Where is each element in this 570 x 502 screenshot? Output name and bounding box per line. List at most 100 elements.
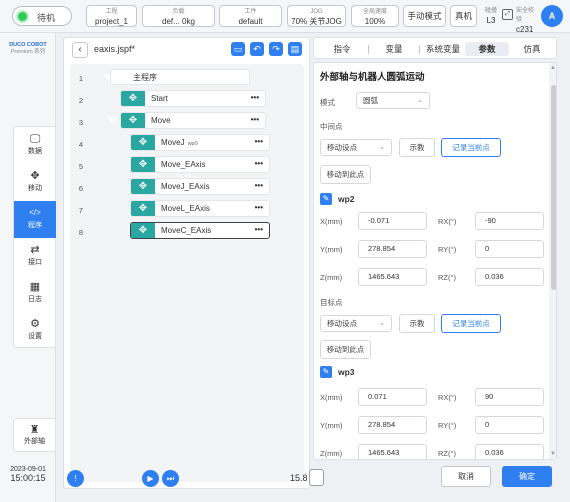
mode-select[interactable]: 圆弧 ⌄ bbox=[356, 92, 430, 109]
nav-item-external-axis[interactable]: ♜ 外部轴 bbox=[13, 418, 56, 452]
drag-handle-icon[interactable]: ✥ bbox=[121, 91, 145, 106]
wp3-rx-input[interactable]: 90 bbox=[475, 388, 544, 406]
status-indicator[interactable]: 待机 bbox=[12, 6, 72, 26]
target-move-to-button[interactable]: 移动到此点 bbox=[320, 340, 371, 359]
project-selector[interactable]: 工程 project_1 bbox=[86, 5, 137, 27]
user-avatar[interactable]: A bbox=[541, 5, 563, 27]
x-label: X(mm) bbox=[320, 393, 343, 402]
target-move-setting-select[interactable]: 移动设点 ⌄ bbox=[320, 315, 392, 332]
tab-variables[interactable]: 变量 bbox=[372, 42, 416, 56]
cancel-button[interactable]: 取消 bbox=[441, 466, 491, 487]
drag-handle-icon[interactable]: ✥ bbox=[121, 113, 145, 128]
drag-handle-icon[interactable]: ✥ bbox=[131, 179, 155, 194]
nav-item-settings[interactable]: ⚙ 设置 bbox=[14, 312, 56, 349]
move-icon: ✥ bbox=[30, 170, 40, 182]
more-icon[interactable]: ••• bbox=[255, 134, 263, 150]
node-label: Move_EAxis bbox=[161, 160, 206, 169]
mid-point-label: 中间点 bbox=[320, 122, 343, 131]
target-teach-button[interactable]: 示教 bbox=[399, 314, 435, 333]
drag-handle-icon[interactable]: ✥ bbox=[131, 223, 155, 238]
drag-handle-icon[interactable]: ✥ bbox=[131, 201, 155, 216]
wp3-z-input[interactable]: 1465.643 bbox=[358, 444, 427, 459]
more-icon[interactable]: ••• bbox=[255, 222, 263, 238]
wp2-x-input[interactable]: -0.071 bbox=[358, 212, 427, 230]
tab-parameters[interactable]: 参数 bbox=[465, 42, 509, 56]
tree-node-move-eaxis[interactable]: ✥ Move_EAxis ••• bbox=[130, 156, 270, 173]
tab-simulation[interactable]: 仿真 bbox=[510, 42, 554, 56]
tree-node-movec-eaxis[interactable]: ✥ MoveC_EAxis ••• bbox=[130, 222, 270, 239]
chevron-down-icon: ⌄ bbox=[379, 320, 385, 327]
folder-icon[interactable]: ▭ bbox=[231, 42, 245, 56]
tree-node-movej-eaxis[interactable]: ✥ MoveJ_EAxis ••• bbox=[130, 178, 270, 195]
more-icon[interactable]: ••• bbox=[251, 112, 259, 128]
wp2-rx-input[interactable]: -90 bbox=[475, 212, 544, 230]
mid-move-setting-select[interactable]: 移动设点 ⌄ bbox=[320, 139, 392, 156]
tool-selector[interactable]: 工件 default bbox=[219, 5, 282, 27]
undo-icon[interactable]: ↶ bbox=[250, 42, 264, 56]
play-icon[interactable]: ▶ bbox=[142, 470, 159, 487]
manual-mode-button[interactable]: 手动模式 bbox=[403, 5, 446, 27]
nav-item-program[interactable]: </> 程序 bbox=[14, 201, 56, 238]
wp3-rz-input[interactable]: 0.036 bbox=[475, 444, 544, 459]
chevron-down-icon: ⌄ bbox=[379, 144, 385, 151]
tree-node-movel-eaxis[interactable]: ✥ MoveL_EAxis ••• bbox=[130, 200, 270, 217]
info-icon[interactable]: ! bbox=[67, 470, 84, 487]
payload-label: 负载 bbox=[172, 9, 185, 15]
mid-move-to-button[interactable]: 移动到此点 bbox=[320, 165, 371, 184]
tool-value: default bbox=[238, 17, 263, 26]
speed-label: 全局速度 bbox=[362, 9, 387, 15]
jog-selector[interactable]: JOG 70% 关节JOG bbox=[287, 5, 346, 27]
drag-handle-icon[interactable]: ✥ bbox=[131, 157, 155, 172]
node-label: MoveC_EAxis bbox=[161, 226, 212, 235]
wp2-ry-input[interactable]: 0 bbox=[475, 240, 544, 258]
rz-label: RZ(°) bbox=[438, 273, 456, 282]
node-label: MoveJ_EAxis bbox=[161, 182, 210, 191]
program-speed: 15.8 bbox=[290, 473, 308, 483]
wp2-z-input[interactable]: 1465.643 bbox=[358, 268, 427, 286]
nav-item-interface[interactable]: ⇄ 接口 bbox=[14, 238, 56, 275]
rz-label: RZ(°) bbox=[438, 449, 456, 458]
mid-teach-button[interactable]: 示教 bbox=[399, 138, 435, 157]
edit-icon[interactable]: ✎ bbox=[320, 366, 332, 378]
panel-toggle-button[interactable] bbox=[309, 469, 324, 486]
wp3-ry-input[interactable]: 0 bbox=[475, 416, 544, 434]
tab-system-variables[interactable]: 系统变量 bbox=[421, 42, 465, 56]
payload-selector[interactable]: 负载 def... 0kg bbox=[142, 5, 215, 27]
more-icon[interactable]: ••• bbox=[255, 178, 263, 194]
more-icon[interactable]: ••• bbox=[255, 156, 263, 172]
nav-item-data[interactable]: 🖵 数据 bbox=[14, 127, 56, 164]
global-speed-selector[interactable]: 全局速度 100% bbox=[351, 5, 399, 27]
safety-check[interactable]: ⤢ 安全校验 c231 bbox=[502, 5, 538, 34]
tree-node-movej[interactable]: ✥ MoveJ wp0 ••• bbox=[130, 134, 270, 151]
wp2-rz-input[interactable]: 0.036 bbox=[475, 268, 544, 286]
tab-instruction[interactable]: 指令 bbox=[320, 42, 364, 56]
step-icon[interactable]: ⏭ bbox=[162, 470, 179, 487]
more-icon[interactable]: ••• bbox=[255, 200, 263, 216]
redo-icon[interactable]: ↷ bbox=[269, 42, 283, 56]
tree-node-move[interactable]: ✥ Move ••• bbox=[120, 112, 266, 129]
wp3-x-input[interactable]: 0.071 bbox=[358, 388, 427, 406]
line-number: 2 bbox=[78, 96, 84, 105]
tree-root[interactable]: 主程序 bbox=[110, 69, 250, 85]
edit-icon[interactable]: ✎ bbox=[320, 193, 332, 205]
scroll-down-icon[interactable]: ▼ bbox=[550, 451, 556, 457]
mid-record-button[interactable]: 记录当前点 bbox=[441, 138, 501, 157]
drag-handle-icon[interactable]: ✥ bbox=[131, 135, 155, 150]
target-record-button[interactable]: 记录当前点 bbox=[441, 314, 501, 333]
save-icon[interactable]: ▤ bbox=[288, 42, 302, 56]
wp3-y-input[interactable]: 278.854 bbox=[358, 416, 427, 434]
collision-level[interactable]: 碰撞 L3 bbox=[480, 5, 502, 27]
collapse-arrow-icon[interactable] bbox=[108, 117, 118, 124]
wp2-y-input[interactable]: 278.854 bbox=[358, 240, 427, 258]
scrollbar-thumb[interactable] bbox=[551, 85, 556, 290]
real-robot-button[interactable]: 真机 bbox=[450, 5, 477, 27]
ok-button[interactable]: 确定 bbox=[502, 466, 552, 487]
tree-node-start[interactable]: ✥ Start ••• bbox=[120, 90, 266, 107]
more-icon[interactable]: ••• bbox=[251, 90, 259, 106]
scroll-up-icon[interactable]: ▲ bbox=[550, 65, 556, 71]
nav-item-log[interactable]: ▦ 日志 bbox=[14, 275, 56, 312]
payload-value: def... 0kg bbox=[162, 17, 195, 26]
back-button[interactable]: ‹ bbox=[72, 42, 88, 58]
nav-item-move[interactable]: ✥ 移动 bbox=[14, 164, 56, 201]
nav-label: 移动 bbox=[28, 185, 42, 192]
